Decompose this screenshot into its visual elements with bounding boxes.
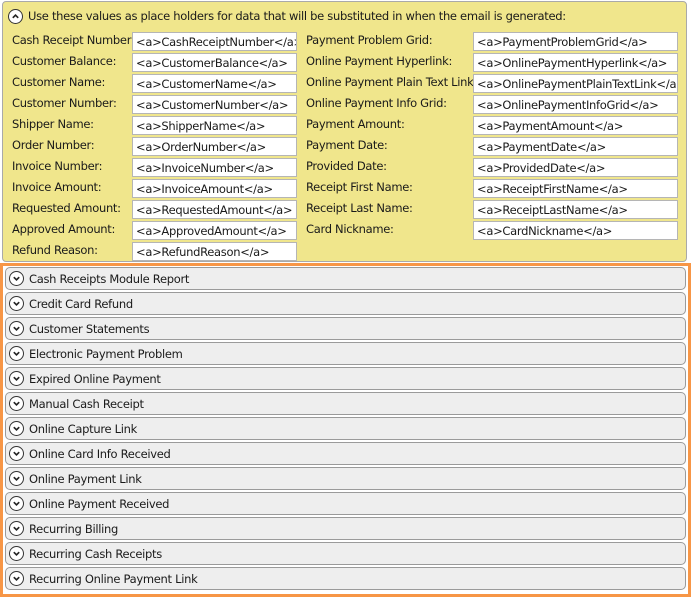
section-label: Manual Cash Receipt — [29, 396, 144, 411]
section-label: Online Card Info Received — [29, 446, 171, 461]
placeholder-value-field[interactable]: <a>PaymentDate</a> — [473, 137, 678, 156]
field-label: Online Payment Plain Text Link: — [306, 75, 478, 89]
chevron-down-icon[interactable] — [9, 471, 24, 486]
section-expander[interactable]: Recurring Billing — [5, 517, 686, 540]
chevron-down-icon[interactable] — [9, 396, 24, 411]
placeholder-value-field[interactable]: <a>CardNickname</a> — [473, 221, 678, 240]
field-label: Payment Date: — [306, 138, 388, 152]
section-expander[interactable]: Expired Online Payment — [5, 367, 686, 390]
chevron-up-icon[interactable] — [8, 8, 23, 24]
placeholder-value-field[interactable]: <a>OnlinePaymentHyperlink</a> — [473, 53, 678, 72]
field-label: Card Nickname: — [306, 222, 394, 236]
placeholder-value-field[interactable]: <a>OnlinePaymentPlainTextLink</a> — [473, 74, 678, 93]
placeholder-value-field[interactable]: <a>OnlinePaymentInfoGrid</a> — [473, 95, 678, 114]
placeholder-value-field[interactable]: <a>RefundReason</a> — [132, 242, 297, 261]
placeholder-value-field[interactable]: <a>ProvidedDate</a> — [473, 158, 678, 177]
chevron-down-icon[interactable] — [9, 496, 24, 511]
section-label: Electronic Payment Problem — [29, 346, 183, 361]
section-label: Expired Online Payment — [29, 371, 161, 386]
section-expander[interactable]: Recurring Cash Receipts — [5, 542, 686, 565]
field-label: Online Payment Hyperlink: — [306, 54, 453, 68]
field-label: Receipt First Name: — [306, 180, 413, 194]
placeholder-value-field[interactable]: <a>RequestedAmount</a> — [132, 200, 297, 219]
chevron-down-icon[interactable] — [9, 296, 24, 311]
field-label: Online Payment Info Grid: — [306, 96, 447, 110]
section-expander[interactable]: Electronic Payment Problem — [5, 342, 686, 365]
chevron-down-icon[interactable] — [9, 446, 24, 461]
section-expander[interactable]: Credit Card Refund — [5, 292, 686, 315]
placeholder-value-field[interactable]: <a>OrderNumber</a> — [132, 137, 297, 156]
chevron-down-icon[interactable] — [9, 271, 24, 286]
placeholder-value-field[interactable]: <a>PaymentAmount</a> — [473, 116, 678, 135]
placeholder-header-text: Use these values as place holders for da… — [28, 9, 566, 23]
section-label: Customer Statements — [29, 321, 150, 336]
field-label: Customer Number: — [12, 96, 117, 110]
field-label: Invoice Number: — [12, 159, 103, 173]
section-label: Online Payment Link — [29, 471, 142, 486]
field-label: Invoice Amount: — [12, 180, 102, 194]
section-expander[interactable]: Recurring Online Payment Link — [5, 567, 686, 590]
chevron-down-icon[interactable] — [9, 346, 24, 361]
field-label: Customer Name: — [12, 75, 106, 89]
chevron-down-icon[interactable] — [9, 321, 24, 336]
field-label: Payment Problem Grid: — [306, 33, 433, 47]
placeholder-panel: Use these values as place holders for da… — [2, 1, 687, 262]
section-expander[interactable]: Online Capture Link — [5, 417, 686, 440]
section-label: Online Payment Received — [29, 496, 170, 511]
placeholder-header[interactable]: Use these values as place holders for da… — [8, 7, 566, 25]
placeholder-value-field[interactable]: <a>CustomerBalance</a> — [132, 53, 297, 72]
section-label: Recurring Online Payment Link — [29, 571, 198, 586]
placeholder-value-field[interactable]: <a>CustomerNumber</a> — [132, 95, 297, 114]
section-expander[interactable]: Cash Receipts Module Report — [5, 267, 686, 290]
field-label: Order Number: — [12, 138, 95, 152]
section-expander[interactable]: Manual Cash Receipt — [5, 392, 686, 415]
field-label: Receipt Last Name: — [306, 201, 413, 215]
chevron-down-icon[interactable] — [9, 521, 24, 536]
field-label: Refund Reason: — [12, 243, 98, 257]
placeholder-value-field[interactable]: <a>CashReceiptNumber</a> — [132, 32, 297, 51]
section-expander[interactable]: Online Card Info Received — [5, 442, 686, 465]
chevron-down-icon[interactable] — [9, 421, 24, 436]
field-label: Payment Amount: — [306, 117, 405, 131]
placeholder-value-field[interactable]: <a>PaymentProblemGrid</a> — [473, 32, 678, 51]
section-label: Recurring Billing — [29, 521, 119, 536]
chevron-down-icon[interactable] — [9, 546, 24, 561]
placeholder-value-field[interactable]: <a>CustomerName</a> — [132, 74, 297, 93]
chevron-down-icon[interactable] — [9, 571, 24, 586]
field-label: Provided Date: — [306, 159, 387, 173]
placeholder-value-field[interactable]: <a>InvoiceAmount</a> — [132, 179, 297, 198]
field-label: Requested Amount: — [12, 201, 121, 215]
placeholder-value-field[interactable]: <a>ReceiptFirstName</a> — [473, 179, 678, 198]
section-label: Cash Receipts Module Report — [29, 271, 190, 286]
section-expander[interactable]: Online Payment Link — [5, 467, 686, 490]
placeholder-value-field[interactable]: <a>InvoiceNumber</a> — [132, 158, 297, 177]
field-label: Shipper Name: — [12, 117, 94, 131]
section-expander[interactable]: Online Payment Received — [5, 492, 686, 515]
email-template-list: Cash Receipts Module Report Credit Card R… — [0, 263, 691, 597]
placeholder-value-field[interactable]: <a>ReceiptLastName</a> — [473, 200, 678, 219]
section-label: Online Capture Link — [29, 421, 137, 436]
section-label: Recurring Cash Receipts — [29, 546, 162, 561]
section-label: Credit Card Refund — [29, 296, 133, 311]
placeholder-value-field[interactable]: <a>ShipperName</a> — [132, 116, 297, 135]
field-label: Cash Receipt Number: — [12, 33, 135, 47]
field-label: Customer Balance: — [12, 54, 117, 68]
field-label: Approved Amount: — [12, 222, 116, 236]
section-expander[interactable]: Customer Statements — [5, 317, 686, 340]
chevron-down-icon[interactable] — [9, 371, 24, 386]
placeholder-value-field[interactable]: <a>ApprovedAmount</a> — [132, 221, 297, 240]
